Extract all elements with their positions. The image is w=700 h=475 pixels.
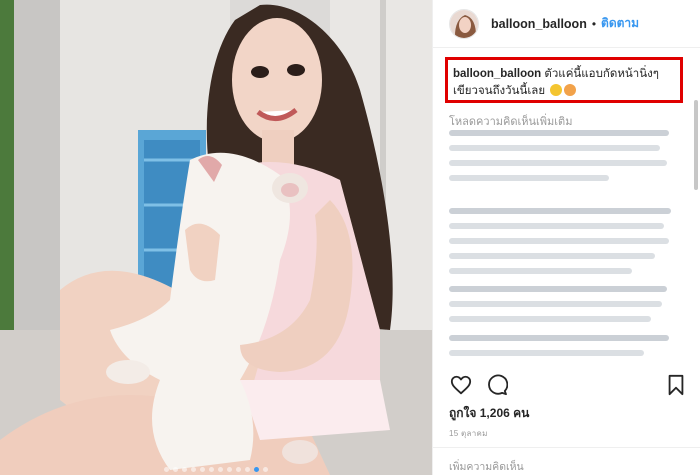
comments-section: balloon_balloon ตัวแค่นี้แอบกัดหน้านิ่งๆ… (433, 48, 700, 366)
blurred-line (449, 145, 660, 151)
blurred-line (449, 175, 610, 181)
speech-bubble-icon[interactable] (485, 373, 509, 397)
likes-count[interactable]: ถูกใจ 1,206 คน (449, 404, 529, 423)
follow-button[interactable]: ติดตาม (601, 14, 639, 33)
blurred-line (449, 223, 665, 229)
carousel-dot (209, 467, 214, 472)
carousel-dot (218, 467, 223, 472)
carousel-dot (236, 467, 241, 472)
carousel-dot (191, 467, 196, 472)
carousel-dot (227, 467, 232, 472)
carousel-dot (182, 467, 187, 472)
comment-item (449, 208, 678, 283)
comment-item (449, 286, 678, 331)
cat-face-icon (564, 84, 577, 96)
post-side-panel: balloon_balloon • ติดตาม balloon_balloon… (432, 0, 700, 475)
caption-highlight: balloon_balloon ตัวแค่นี้แอบกัดหน้านิ่งๆ… (445, 57, 683, 103)
blurred-line (449, 253, 656, 259)
blurred-line (449, 238, 669, 244)
load-more-comments-link[interactable]: โหลดความคิดเห็นเพิ่มเติม (449, 112, 572, 130)
caption-username[interactable]: balloon_balloon (453, 68, 541, 80)
blurred-line (449, 350, 644, 356)
blurred-line (449, 316, 651, 322)
blurred-line (449, 301, 662, 307)
blurred-line (449, 160, 667, 166)
carousel-dot (245, 467, 250, 472)
carousel-dot (263, 467, 268, 472)
header-username[interactable]: balloon_balloon (491, 17, 587, 31)
photo-image (0, 0, 432, 475)
blurred-line (449, 130, 669, 136)
avatar-image (450, 9, 478, 38)
scrollbar-thumb[interactable] (694, 100, 698, 190)
carousel-dot-active (254, 467, 259, 472)
carousel-dot (164, 467, 169, 472)
comments-scrollbar[interactable] (694, 100, 698, 366)
post-header: balloon_balloon • ติดตาม (433, 0, 700, 48)
avatar[interactable] (449, 8, 479, 39)
blurred-line (449, 208, 672, 214)
carousel-dot (200, 467, 205, 472)
bookmark-icon[interactable] (664, 373, 688, 397)
blurred-line (449, 286, 667, 292)
add-comment-input[interactable]: เพิ่มความคิดเห็น (433, 447, 700, 475)
weary-face-icon (550, 84, 563, 96)
heart-icon[interactable] (449, 373, 473, 397)
blurred-line (449, 335, 669, 341)
post-actions (449, 372, 688, 398)
post-photo[interactable] (0, 0, 432, 475)
comment-item (449, 335, 678, 365)
header-separator: • (591, 16, 597, 31)
comment-item (449, 130, 678, 190)
post-date: 15 ตุลาคม (449, 429, 488, 438)
blurred-line (449, 268, 633, 274)
carousel-indicator (0, 467, 432, 472)
carousel-dot (173, 467, 178, 472)
